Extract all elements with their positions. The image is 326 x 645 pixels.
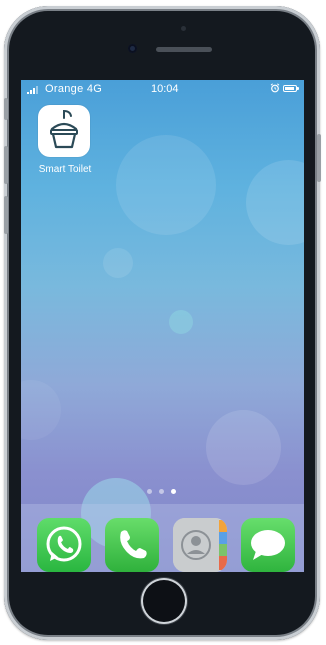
mute-switch [4,98,8,120]
whatsapp-icon [46,526,82,562]
app-smart-toilet[interactable]: Smart Toilet [33,105,97,175]
volume-up-button [4,146,8,184]
wallpaper-bokeh [169,310,193,334]
phone-icon [120,530,147,559]
messages-icon [251,530,285,560]
wallpaper-bokeh [116,135,216,235]
power-button [317,134,321,182]
page-indicator[interactable] [147,489,176,494]
status-bar: Orange 4G 10:04 [21,80,304,100]
alarm-icon [270,83,280,93]
earpiece-speaker [156,47,212,52]
page-dot[interactable] [159,489,164,494]
proximity-sensor [181,26,186,31]
volume-down-button [4,196,8,234]
messages-app[interactable] [241,518,295,572]
home-button[interactable] [141,578,187,624]
wallpaper-bokeh [103,248,133,278]
phone-app[interactable] [105,518,159,572]
front-camera [128,44,137,53]
contacts-app[interactable] [173,518,227,572]
wallpaper-bokeh [21,380,61,440]
page-dot[interactable] [147,489,152,494]
smart-toilet-icon[interactable] [38,105,90,157]
whatsapp-app[interactable] [37,518,91,572]
wallpaper-bokeh [206,410,281,485]
wallpaper-bokeh [246,160,304,245]
carrier-name: Orange 4G [45,83,103,95]
page-dot-active[interactable] [171,489,176,494]
contacts-icon [173,518,227,572]
status-time: 10:04 [151,83,179,95]
signal-icon [27,86,38,94]
dock [21,504,304,572]
battery-icon [283,85,299,92]
home-screen: Orange 4G 10:04 Smart Toilet [21,80,304,572]
app-label: Smart Toilet [38,164,92,175]
